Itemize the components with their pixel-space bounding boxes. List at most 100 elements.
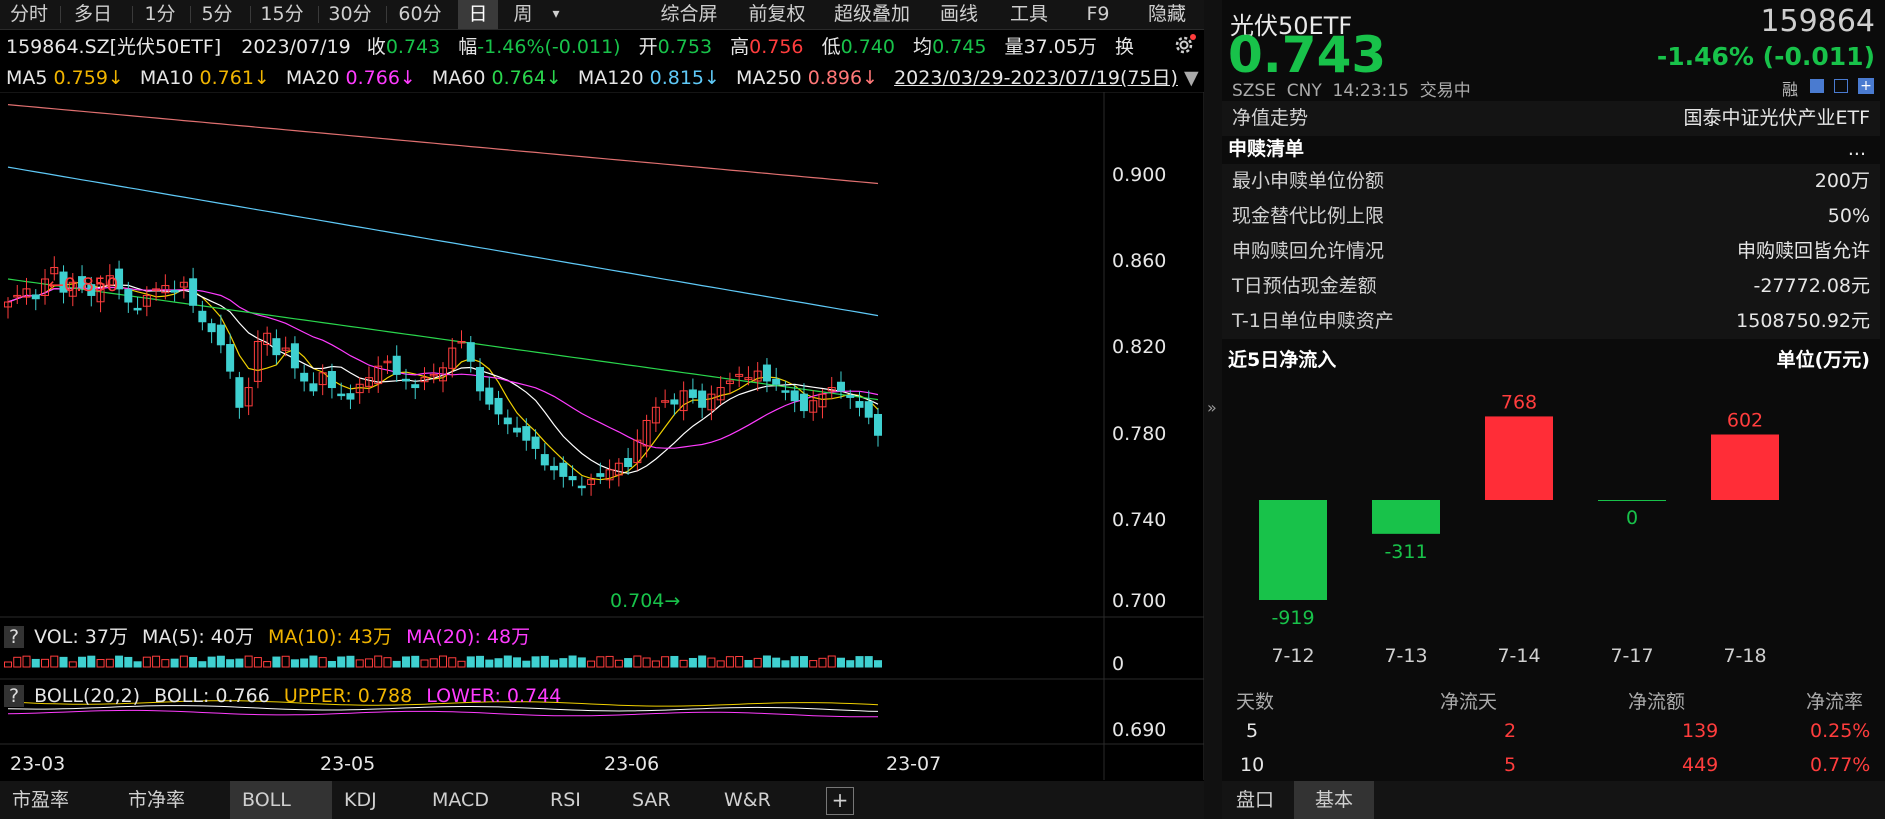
menu-overlay[interactable]: 超级叠加 [826,0,918,29]
tab-wr[interactable]: W&R [724,781,771,819]
tab-rsi[interactable]: RSI [550,781,581,819]
volume-bar [401,656,410,668]
cell: 10 [1240,754,1265,776]
tab-30min[interactable]: 30分 [322,0,378,29]
collapse-icon[interactable]: » [1207,398,1217,417]
list-more-button[interactable]: ... [1848,132,1866,167]
list-header: 申赎清单 ... [1222,132,1880,167]
volume-bar [476,655,485,668]
boll-legend: ? BOLL(20,2) BOLL: 0.766 UPPER: 0.788 LO… [4,685,561,707]
volume-bar [762,655,771,668]
volume-bar [522,660,531,668]
period-dropdown-icon[interactable]: ▾ [546,0,566,29]
list-item: T日预估现金差额 -27772.08元 [1222,269,1880,304]
ma5-value: 0.759↓ [53,67,124,89]
tab-multiday[interactable]: 多日 [68,0,118,29]
volume-bar [189,656,198,668]
volume-bar [115,655,124,668]
tab-weekly[interactable]: 周 [506,0,540,29]
market-meta: SZSE CNY 14:23:15 交易中 [1232,81,1471,101]
volume-bar [152,655,161,668]
volume-bar [41,658,50,668]
volume-bar [420,659,429,668]
tab-pb[interactable]: 市净率 [128,781,185,819]
inflow-date: 7-13 [1384,645,1427,667]
boll-name: BOLL(20,2) [34,685,141,707]
volume-bar [698,655,707,668]
tab-basic[interactable]: 基本 [1294,781,1374,819]
ma60-value: 0.764↓ [491,67,562,89]
y-tick: 0.700 [1112,590,1167,612]
volume-bar [577,657,586,668]
candle-body [327,371,336,389]
boll-help-button[interactable]: ? [4,685,25,707]
tab-daily[interactable]: 日 [458,0,498,29]
candle-body [124,289,133,303]
boll-upper: UPPER: 0.788 [283,685,413,707]
vol-label: 量 [1004,36,1024,58]
candle-body [790,390,799,402]
menu-adjust[interactable]: 前复权 [742,0,812,29]
ma10-value: 0.761↓ [199,67,270,89]
y-tick: 0.740 [1112,509,1167,531]
volume-bar [96,659,105,668]
candle-body [864,401,873,418]
volume-bar [355,659,364,668]
ma20-value: 0.766↓ [345,67,416,89]
window-icon[interactable] [1834,79,1848,93]
add-icon[interactable]: + [1858,78,1874,94]
tab-macd[interactable]: MACD [432,781,489,819]
volume-bar [68,661,77,668]
tab-15min[interactable]: 15分 [254,0,310,29]
tab-60min[interactable]: 60分 [390,0,450,29]
list-item-label: 申购赎回允许情况 [1232,240,1385,262]
tab-kdj[interactable]: KDJ [344,781,377,819]
menu-composite[interactable]: 综合屏 [652,0,726,29]
candle-body [226,344,235,372]
ma250-value: 0.896↓ [807,67,879,89]
candle-body [133,307,142,311]
edit-icon[interactable] [1810,79,1824,93]
tab-pe[interactable]: 市盈率 [12,781,69,819]
range-dropdown-icon[interactable]: ▼ [1184,67,1199,89]
gear-icon[interactable] [1172,33,1196,57]
volume-bar [485,659,494,668]
volume-bar [716,660,725,668]
add-indicator-button[interactable]: + [826,787,854,815]
low-label: 低 [821,36,841,58]
margin-badge: 融 [1782,80,1799,99]
tab-sar[interactable]: SAR [632,781,671,819]
volume-bar [651,660,660,668]
candle-body [836,381,845,392]
tab-1min[interactable]: 1分 [138,0,182,29]
menu-f9[interactable]: F9 [1080,0,1116,29]
nav-value: 国泰中证光伏产业ETF [1683,107,1870,129]
tab-orderbook[interactable]: 盘口 [1236,781,1274,819]
volume-bar [466,656,475,668]
tab-boll[interactable]: BOLL [230,781,332,819]
candle-body [550,465,559,471]
vol-ma5: MA(5): 40万 [142,626,254,648]
volume-bar [772,657,781,668]
menu-draw[interactable]: 画线 [934,0,984,29]
tab-intraday[interactable]: 分时 [4,0,54,29]
volume-bar [290,659,299,668]
kline-chart[interactable] [0,92,1204,780]
list-item-label: T日预估现金差额 [1232,275,1377,297]
candle-body [503,417,512,425]
nav-row[interactable]: 净值走势 国泰中证光伏产业ETF [1222,101,1880,136]
volume-bar [688,657,697,668]
menu-tools[interactable]: 工具 [1004,0,1054,29]
volume-bar [31,658,40,668]
date-range[interactable]: 2023/03/29-2023/07/19(75日) [894,67,1178,89]
volume-bar [13,656,22,668]
menu-hide[interactable]: 隐藏 [1140,0,1194,29]
change-value: -1.46%(-0.011) [477,36,621,58]
tab-5min[interactable]: 5分 [194,0,240,29]
candle-body [290,343,299,369]
inflow-bar [1259,500,1327,600]
volume-bar [235,658,244,668]
ma5-label: MA5 [6,67,48,89]
flow-table-header: 天数 净流天 净流额 净流率 [1222,681,1880,717]
vol-help-button[interactable]: ? [4,626,25,648]
